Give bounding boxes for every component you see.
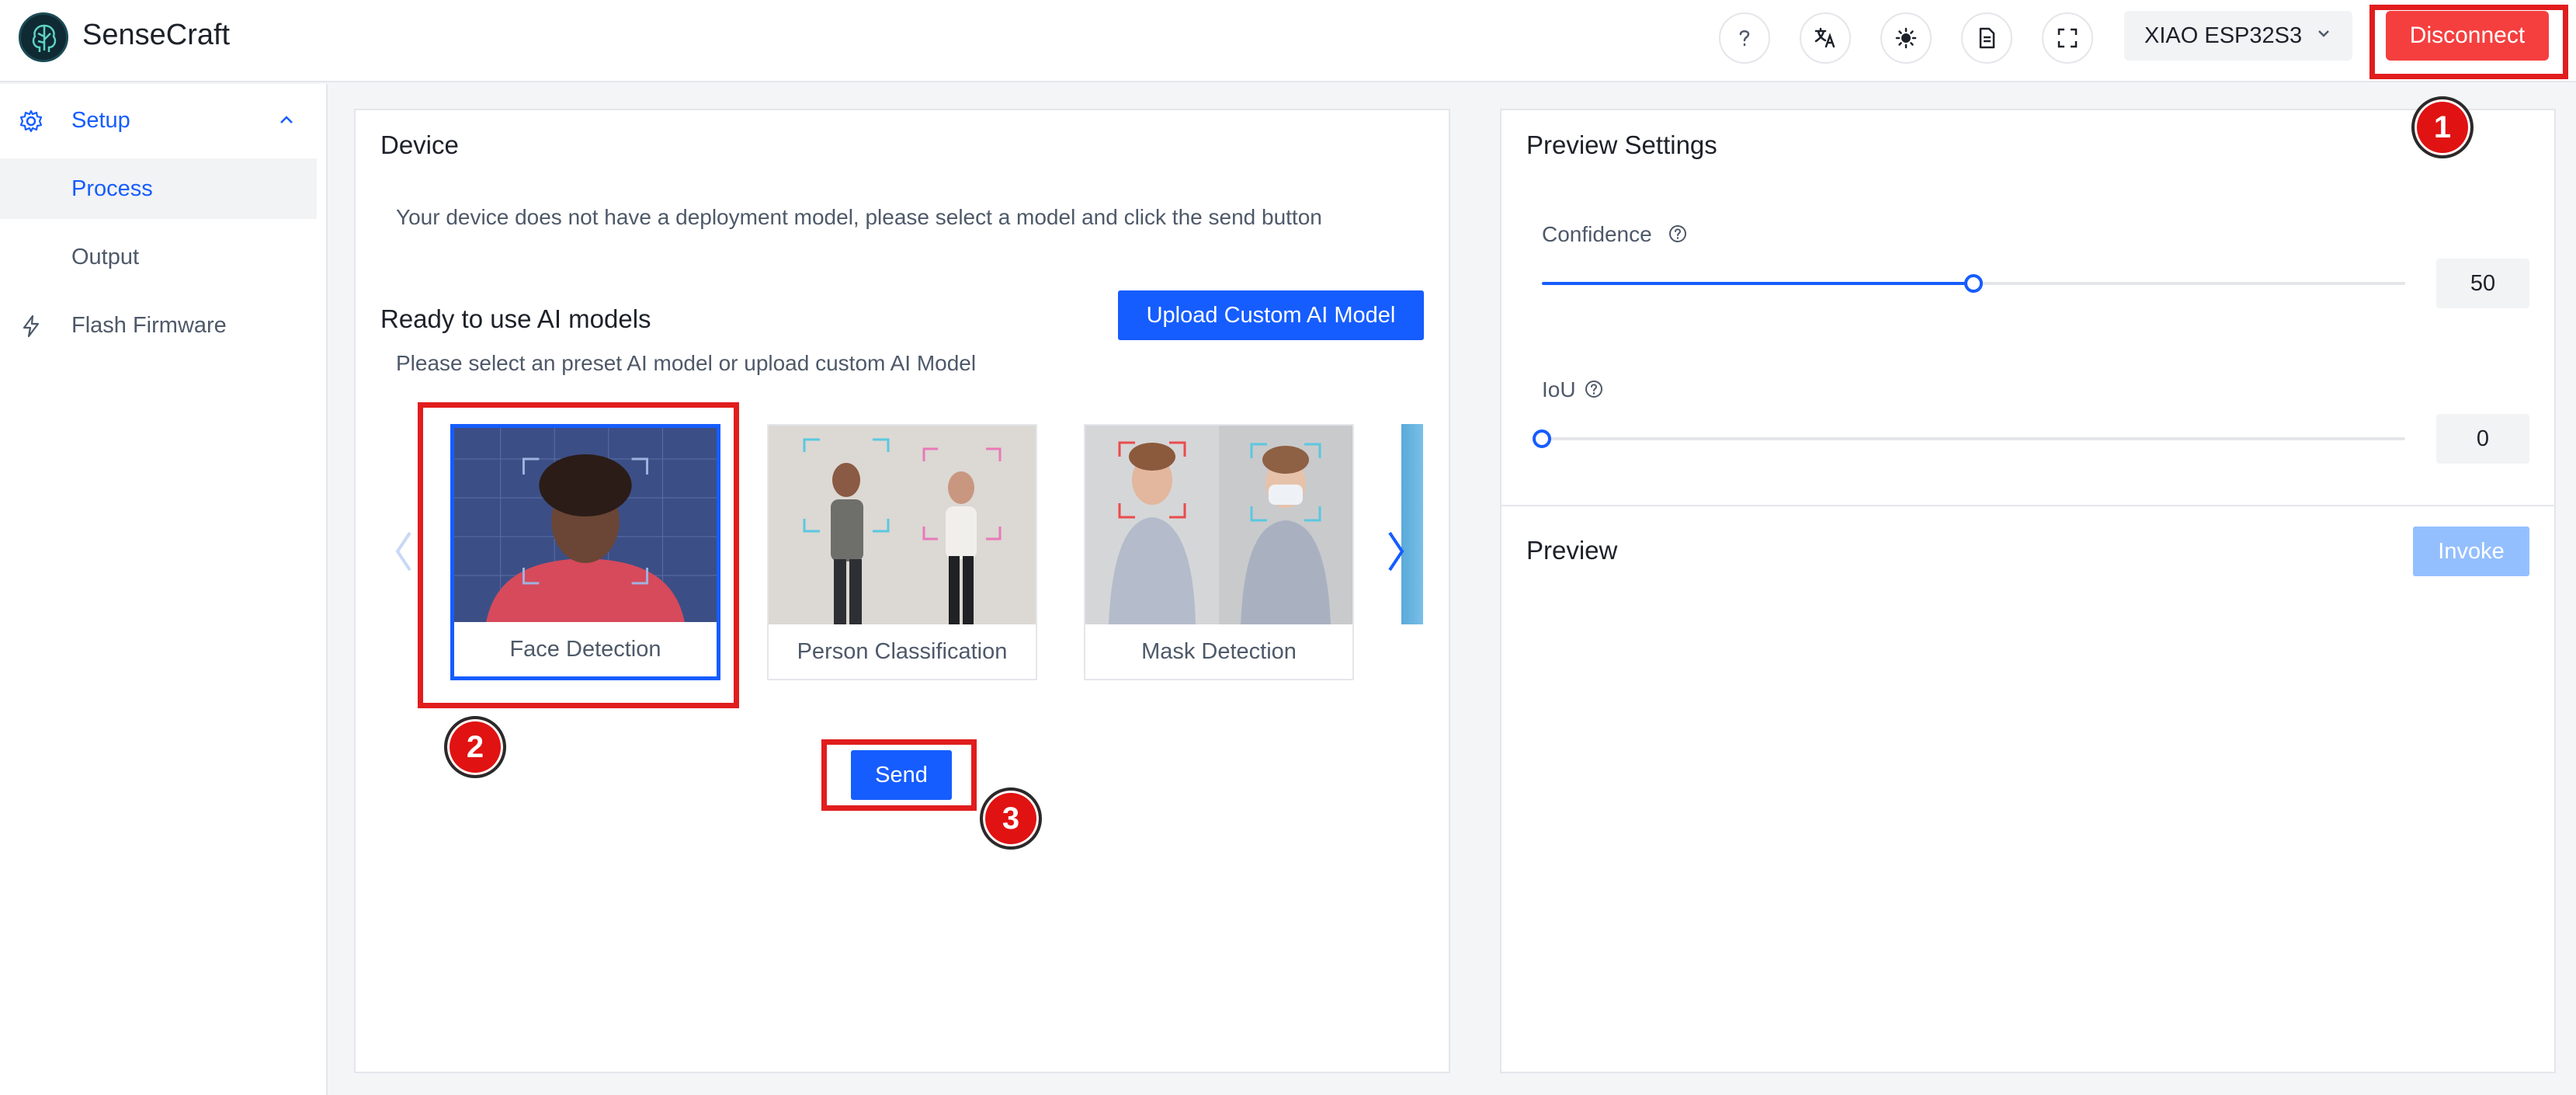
- fullscreen-button[interactable]: [2042, 12, 2093, 64]
- sensecraft-logo[interactable]: [19, 12, 68, 62]
- sidebar-item-process[interactable]: Process: [0, 158, 317, 219]
- fullscreen-icon: [2057, 28, 2078, 48]
- model-card-mask-detection[interactable]: Mask Detection: [1084, 424, 1354, 680]
- model-card-face-detection[interactable]: Face Detection: [450, 424, 720, 680]
- help-button[interactable]: [1719, 12, 1770, 64]
- carousel-prev-icon[interactable]: [393, 528, 415, 575]
- confidence-slider-thumb[interactable]: [1964, 274, 1983, 293]
- preview-title: Preview: [1526, 536, 1618, 565]
- brain-icon: [32, 24, 57, 52]
- model-card-person-classification[interactable]: Person Classification: [767, 424, 1037, 680]
- sidebar: Setup Process Output Flash Firmware: [0, 84, 328, 1095]
- sidebar-item-setup[interactable]: Setup: [0, 90, 317, 151]
- lightning-icon: [23, 315, 40, 338]
- chevron-up-icon: [280, 116, 293, 123]
- chevron-down-icon: [2318, 30, 2329, 37]
- mask-detection-image: [1085, 426, 1352, 626]
- device-title: Device: [380, 130, 459, 159]
- person-classification-image: [769, 426, 1036, 626]
- annotation-marker-1: 1: [2411, 96, 2474, 158]
- help-circle-icon[interactable]: [1668, 224, 1688, 244]
- help-icon: [1739, 30, 1750, 47]
- device-select-value: XIAO ESP32S3: [2144, 23, 2303, 48]
- model-label: Face Detection: [454, 622, 717, 676]
- sidebar-item-label: Output: [71, 244, 140, 269]
- help-circle-icon[interactable]: [1584, 379, 1604, 399]
- annotation-marker-2: 2: [444, 716, 506, 778]
- sidebar-item-label: Process: [71, 176, 153, 201]
- face-detection-image: [454, 428, 717, 628]
- iou-slider-track[interactable]: [1542, 437, 2405, 440]
- language-button[interactable]: [1800, 12, 1851, 64]
- invoke-button[interactable]: Invoke: [2413, 527, 2529, 576]
- preview-card: [1500, 505, 2556, 1073]
- confidence-slider-fill: [1542, 282, 1974, 285]
- models-subtitle: Please select an preset AI model or uplo…: [396, 351, 977, 375]
- model-label: Person Classification: [769, 624, 1036, 679]
- sidebar-item-label: Setup: [71, 107, 130, 133]
- device-message: Your device does not have a deployment m…: [396, 205, 1322, 229]
- sidebar-item-flash-firmware[interactable]: Flash Firmware: [0, 295, 317, 356]
- model-card-next-peek: [1401, 424, 1423, 624]
- upload-custom-model-button[interactable]: Upload Custom AI Model: [1118, 290, 1424, 340]
- translate-icon: [1814, 27, 1835, 48]
- docs-button[interactable]: [1961, 12, 2012, 64]
- preview-settings-title: Preview Settings: [1526, 130, 1717, 159]
- confidence-input[interactable]: 50: [2436, 259, 2529, 308]
- app-title: SenseCraft: [82, 19, 231, 51]
- disconnect-button[interactable]: Disconnect: [2386, 11, 2549, 61]
- model-label: Mask Detection: [1085, 624, 1352, 679]
- theme-icon: [1895, 27, 1917, 49]
- preview-settings-card: [1500, 109, 2556, 506]
- annotation-marker-3: 3: [980, 787, 1042, 850]
- iou-label: IoU: [1542, 377, 1576, 402]
- device-select[interactable]: XIAO ESP32S3: [2124, 11, 2352, 61]
- sidebar-item-label: Flash Firmware: [71, 312, 227, 338]
- iou-slider-thumb[interactable]: [1533, 429, 1551, 448]
- theme-button[interactable]: [1880, 12, 1932, 64]
- document-icon: [1979, 27, 1995, 49]
- top-header: SenseCraft XIAO ESP32S3 Disconnect: [0, 0, 2576, 82]
- carousel-next-icon[interactable]: [1385, 528, 1407, 575]
- gear-icon: [19, 110, 43, 133]
- sidebar-item-output[interactable]: Output: [0, 227, 317, 287]
- send-button[interactable]: Send: [851, 750, 952, 800]
- iou-input[interactable]: 0: [2436, 414, 2529, 464]
- models-title: Ready to use AI models: [380, 304, 651, 333]
- confidence-label: Confidence: [1542, 222, 1652, 246]
